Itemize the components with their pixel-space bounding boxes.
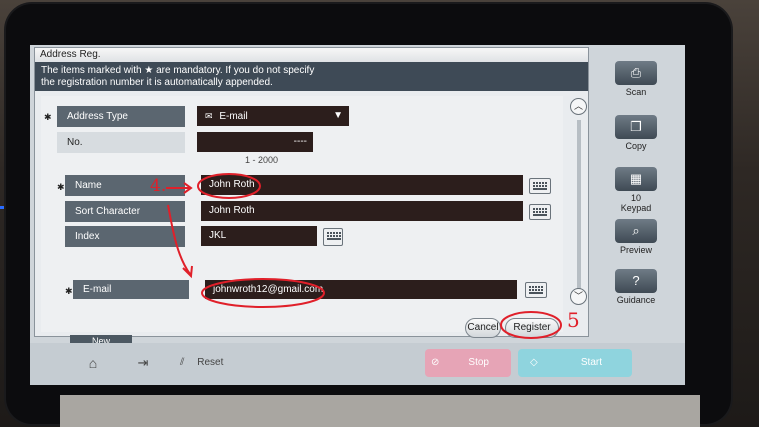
copy-icon: ❐ bbox=[615, 115, 657, 139]
info-line-1: The items marked with ★ are mandatory. I… bbox=[41, 65, 315, 76]
index-field[interactable]: JKL bbox=[201, 226, 317, 246]
copy-button[interactable]: ❐ Copy bbox=[602, 115, 670, 151]
sort-character-label: Sort Character bbox=[65, 201, 185, 222]
guidance-label: Guidance bbox=[616, 295, 656, 305]
address-type-value: E-mail bbox=[219, 111, 248, 122]
preview-icon: ⌕ bbox=[615, 219, 657, 243]
start-icon: ◇ bbox=[530, 357, 538, 368]
mandatory-info: The items marked with ★ are mandatory. I… bbox=[35, 62, 588, 91]
index-label: Index bbox=[65, 226, 185, 247]
keyboard-icon[interactable] bbox=[529, 204, 551, 220]
copy-label: Copy bbox=[625, 141, 647, 151]
index-list-icon[interactable] bbox=[323, 228, 343, 246]
form-scrollbar[interactable]: ︿ ﹀ bbox=[570, 98, 588, 320]
required-marker: ✱ bbox=[44, 112, 52, 122]
scroll-track[interactable] bbox=[577, 120, 581, 300]
chevron-down-icon: ▼ bbox=[333, 110, 343, 121]
keypad-button[interactable]: ▦ 10 Keypad bbox=[602, 167, 670, 213]
keyboard-icon[interactable] bbox=[529, 178, 551, 194]
keypad-count: 10 bbox=[630, 193, 641, 203]
keypad-label: Keypad bbox=[620, 203, 652, 213]
scan-button[interactable]: ⎙ Scan bbox=[602, 61, 670, 97]
logout-icon[interactable]: ⇥ bbox=[128, 349, 158, 377]
address-form: ✱ Address Type ✉ E-mail ▼ No. ---- 1 - 2… bbox=[41, 96, 563, 332]
stop-button[interactable]: ⊘ Stop bbox=[425, 349, 511, 377]
scan-label: Scan bbox=[625, 87, 647, 97]
info-line-2: the registration number it is automatica… bbox=[41, 77, 273, 88]
no-range: 1 - 2000 bbox=[245, 155, 279, 165]
side-panel: ⎙ Scan ❐ Copy ▦ 10 Keypad ⌕ Preview ? Gu… bbox=[598, 51, 678, 341]
name-field[interactable]: John Roth bbox=[201, 175, 523, 195]
no-label: No. bbox=[57, 132, 185, 153]
keypad-icon: ▦ bbox=[615, 167, 657, 191]
dialog-title: Address Reg. bbox=[35, 48, 588, 62]
scan-icon: ⎙ bbox=[615, 61, 657, 85]
start-label: Start bbox=[580, 357, 602, 368]
email-field[interactable]: johnwroth12@gmail.com bbox=[205, 280, 517, 299]
address-type-label: Address Type bbox=[57, 106, 185, 127]
cancel-button[interactable]: Cancel bbox=[465, 318, 501, 338]
device-base bbox=[60, 395, 700, 427]
mail-icon: ✉ bbox=[205, 111, 213, 121]
scroll-up-button[interactable]: ︿ bbox=[570, 98, 587, 115]
email-label: E-mail bbox=[73, 280, 189, 299]
required-marker: ✱ bbox=[65, 286, 73, 296]
home-icon[interactable]: ⌂ bbox=[78, 349, 108, 377]
preview-button[interactable]: ⌕ Preview bbox=[602, 219, 670, 255]
scroll-down-button[interactable]: ﹀ bbox=[570, 288, 587, 305]
sort-character-field[interactable]: John Roth bbox=[201, 201, 523, 221]
no-field[interactable]: ---- bbox=[197, 132, 313, 152]
address-type-select[interactable]: ✉ E-mail ▼ bbox=[197, 106, 349, 126]
required-marker: ✱ bbox=[57, 182, 65, 192]
stop-label: Stop bbox=[468, 357, 489, 368]
name-label: Name bbox=[65, 175, 185, 196]
guidance-button[interactable]: ? Guidance bbox=[602, 269, 670, 305]
reset-icon: ⫽ bbox=[180, 357, 185, 368]
guidance-icon: ? bbox=[615, 269, 657, 293]
reset-label: Reset bbox=[197, 357, 224, 368]
keyboard-icon[interactable] bbox=[525, 282, 547, 298]
register-button[interactable]: Register bbox=[505, 318, 559, 338]
touch-screen: Address Reg. The items marked with ★ are… bbox=[30, 45, 685, 385]
stop-icon: ⊘ bbox=[431, 357, 440, 368]
reset-button[interactable]: ⫽ Reset bbox=[180, 349, 250, 377]
start-button[interactable]: ◇ Start bbox=[518, 349, 632, 377]
preview-label: Preview bbox=[619, 245, 652, 255]
address-reg-dialog: Address Reg. The items marked with ★ are… bbox=[34, 47, 589, 338]
bottom-bar: ⌂ ⇥ ⫽ Reset ⊘ Stop ◇ Start bbox=[30, 343, 685, 385]
